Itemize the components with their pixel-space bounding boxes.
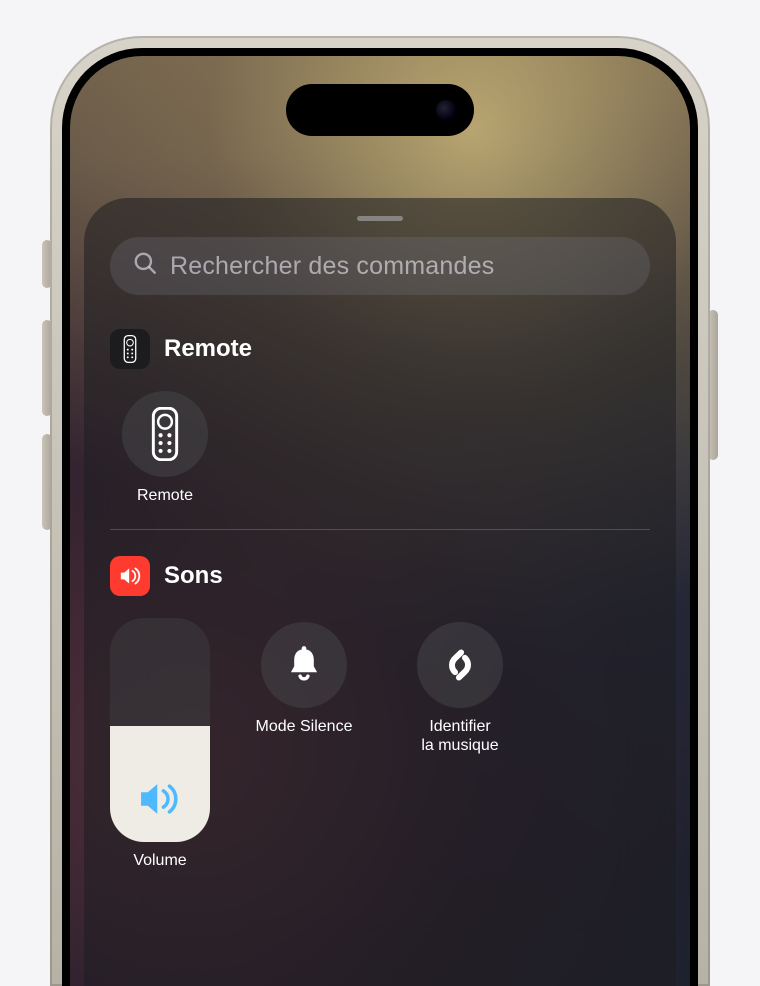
dynamic-island	[286, 84, 474, 136]
phone-bezel: Rechercher des commandes	[50, 36, 710, 986]
control-center-customize-sheet[interactable]: Rechercher des commandes	[84, 198, 676, 986]
volume-slider-fill	[110, 726, 210, 842]
search-field[interactable]: Rechercher des commandes	[110, 237, 650, 295]
control-shazam-label: Identifier la musique	[421, 718, 498, 755]
control-volume[interactable]: Volume	[110, 618, 210, 870]
remote-section-icon	[110, 329, 150, 369]
control-remote-label: Remote	[137, 487, 193, 505]
section-remote: Remote	[110, 329, 650, 529]
section-title-remote: Remote	[164, 335, 252, 363]
shazam-icon	[417, 622, 503, 708]
section-title-sons: Sons	[164, 562, 223, 590]
control-silence-label: Mode Silence	[256, 718, 353, 736]
volume-slider-track[interactable]	[110, 618, 210, 842]
sons-section-icon	[110, 556, 150, 596]
volume-icon	[137, 779, 183, 824]
search-placeholder: Rechercher des commandes	[170, 252, 628, 281]
sheet-grabber[interactable]	[357, 216, 403, 221]
search-icon	[132, 250, 158, 283]
section-header-sons: Sons	[110, 556, 650, 596]
section-header-remote: Remote	[110, 329, 650, 369]
canvas: Rechercher des commandes	[0, 0, 760, 986]
control-silence[interactable]: Mode Silence	[240, 622, 368, 736]
phone-frame: Rechercher des commandes	[62, 48, 698, 986]
control-volume-label: Volume	[133, 852, 186, 870]
bell-icon	[261, 622, 347, 708]
remote-icon	[122, 391, 208, 477]
section-sons: Sons	[110, 529, 650, 894]
phone-screen: Rechercher des commandes	[70, 56, 690, 986]
control-shazam[interactable]: Identifier la musique	[396, 622, 524, 755]
control-remote[interactable]: Remote	[110, 391, 220, 505]
